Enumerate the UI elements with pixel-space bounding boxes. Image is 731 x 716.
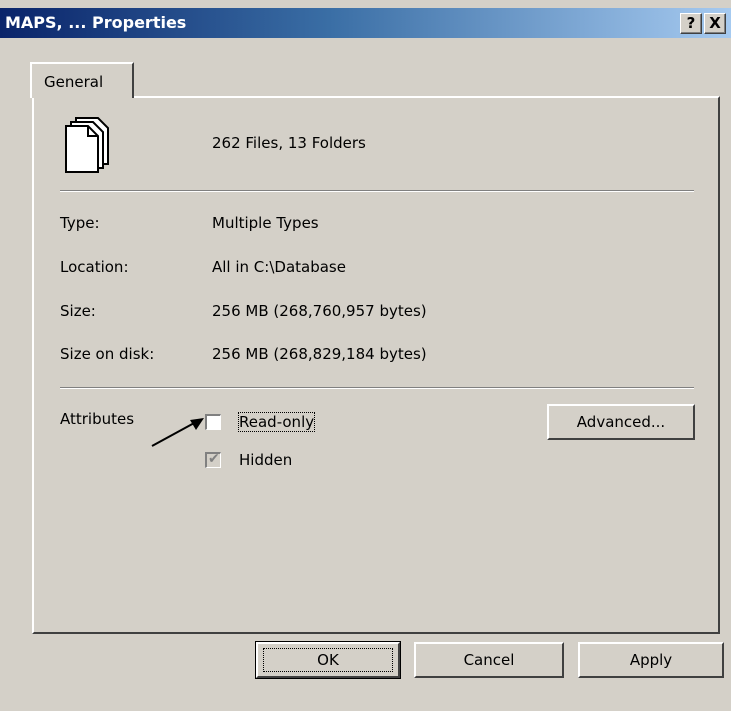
size-label: Size: xyxy=(60,302,96,320)
checkmark-icon: ✔ xyxy=(208,451,220,467)
read-only-label[interactable]: Read-only xyxy=(237,412,316,432)
files-stack-icon xyxy=(65,117,109,173)
close-button[interactable]: X xyxy=(704,13,726,34)
separator xyxy=(60,190,694,192)
size-on-disk-label: Size on disk: xyxy=(60,345,155,363)
hidden-checkbox-row: ✔ Hidden xyxy=(205,451,355,473)
tab-general[interactable]: General xyxy=(30,62,134,98)
apply-button[interactable]: Apply xyxy=(578,642,724,678)
type-label: Type: xyxy=(60,214,100,232)
read-only-checkbox-row[interactable]: Read-only xyxy=(205,412,355,435)
advanced-button[interactable]: Advanced... xyxy=(547,404,695,440)
hidden-label: Hidden xyxy=(239,451,293,469)
size-on-disk-value: 256 MB (268,829,184 bytes) xyxy=(212,345,427,363)
help-button[interactable]: ? xyxy=(680,13,702,34)
location-value: All in C:\Database xyxy=(212,258,346,276)
tab-general-label: General xyxy=(44,73,104,91)
ok-label: OK xyxy=(317,651,339,669)
properties-dialog: MAPS, ... Properties ? X General 262 Fil… xyxy=(0,0,731,711)
ok-button[interactable]: OK xyxy=(255,641,401,679)
type-value: Multiple Types xyxy=(212,214,319,232)
window-title: MAPS, ... Properties xyxy=(5,13,187,32)
tab-panel xyxy=(32,96,720,634)
location-label: Location: xyxy=(60,258,129,276)
size-value: 256 MB (268,760,957 bytes) xyxy=(212,302,427,320)
attributes-label: Attributes xyxy=(60,410,135,428)
separator xyxy=(60,387,694,389)
hidden-checkbox: ✔ xyxy=(205,451,221,468)
annotation-arrow-icon xyxy=(151,418,204,447)
files-folders-count: 262 Files, 13 Folders xyxy=(212,134,366,152)
title-bar[interactable]: MAPS, ... Properties ? X xyxy=(0,8,731,38)
cancel-button[interactable]: Cancel xyxy=(414,642,564,678)
